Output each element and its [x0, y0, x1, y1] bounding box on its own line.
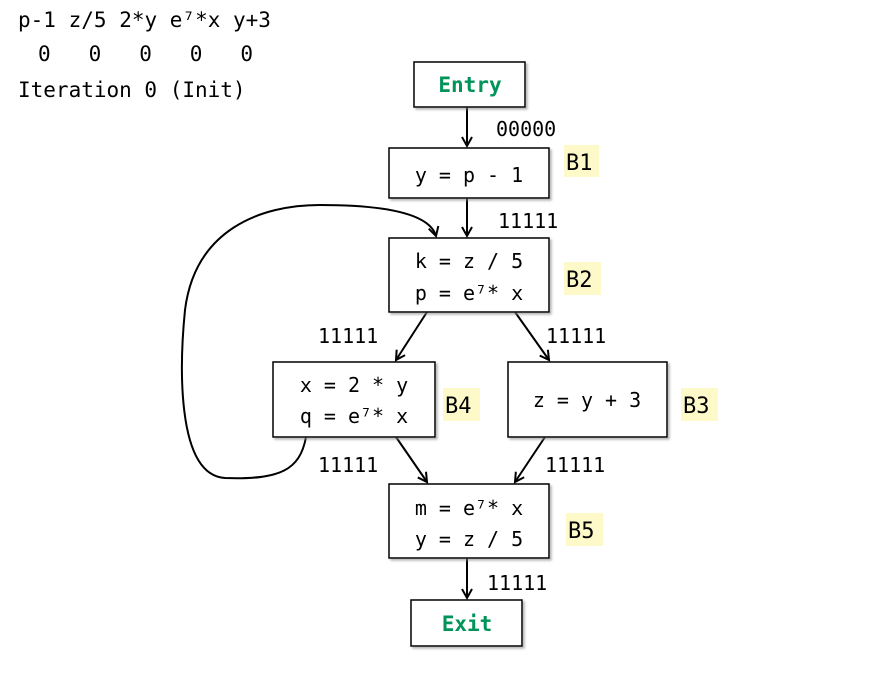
b4-stmt: q = e⁷* x	[300, 404, 408, 428]
edge-b2-b4	[394, 311, 428, 362]
b5-stmt: m = e⁷* x	[415, 496, 523, 520]
edge-label: 11111	[318, 324, 378, 348]
edge-label: 11111	[545, 453, 605, 477]
b4-stmt: x = 2 * y	[300, 373, 408, 397]
edge-label: 11111	[487, 571, 547, 595]
cfg-diagram: B1 B2 B4 B3 B5 Entry Exit y = p - 1 k = …	[181, 61, 718, 647]
b5-stmt: y = z / 5	[415, 527, 523, 551]
edge-label: 11111	[498, 209, 558, 233]
edge-label: 11111	[546, 324, 606, 348]
edge-b3-b5	[513, 436, 546, 484]
edge-label: 00000	[496, 117, 556, 141]
b1-stmt: y = p - 1	[415, 163, 523, 187]
b3-stmt: z = y + 3	[533, 388, 641, 412]
b2-stmt: p = e⁷* x	[415, 281, 523, 305]
block-label-b2: B2	[566, 268, 593, 293]
edge-b4-b5	[395, 436, 429, 484]
exit-label: Exit	[442, 612, 493, 636]
entry-label: Entry	[438, 73, 502, 97]
block-label-b4: B4	[445, 394, 472, 419]
edge-b2-b3	[514, 311, 551, 362]
b2-stmt: k = z / 5	[415, 249, 523, 273]
block-label-b3: B3	[683, 394, 710, 419]
block-label-b1: B1	[566, 151, 593, 176]
block-label-b5: B5	[568, 519, 595, 544]
edge-label: 11111	[318, 453, 378, 477]
